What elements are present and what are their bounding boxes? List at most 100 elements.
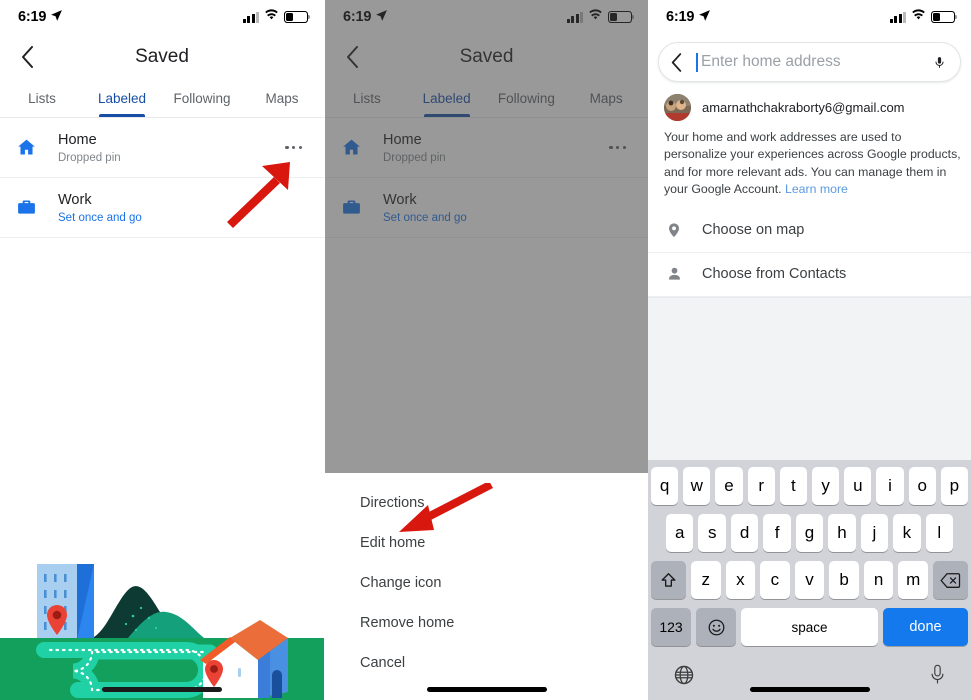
keyboard-row-3: z x c v b n m [650,561,969,599]
choose-from-contacts-row[interactable]: Choose from Contacts [648,253,971,297]
backspace-icon[interactable] [933,561,969,599]
key-k[interactable]: k [893,514,921,552]
learn-more-link[interactable]: Learn more [785,182,848,196]
saved-row-work-text: Work Set once and go [58,191,310,223]
status-bar-left: 6:19 [666,9,711,26]
wifi-icon [911,9,926,25]
saved-row-home[interactable]: Home Dropped pin [0,118,324,178]
action-cancel[interactable]: Cancel [325,643,648,683]
keyboard-row-4: 123 space done [651,608,968,646]
key-v[interactable]: v [794,561,825,599]
key-b[interactable]: b [829,561,859,599]
key-d[interactable]: d [730,514,759,552]
status-bar-right [889,9,958,25]
location-arrow-icon [698,9,711,26]
status-time: 6:19 [18,9,47,25]
key-t[interactable]: t [779,467,807,505]
empty-results-area [648,296,971,469]
key-x[interactable]: x [725,561,756,599]
action-edit-home[interactable]: Edit home [325,523,648,563]
cellular-signal-icon [242,11,259,23]
key-z[interactable]: z [690,561,721,599]
home-icon [16,137,58,158]
privacy-notice: Your home and work addresses are used to… [648,124,971,209]
tab-bar: Lists Labeled Following Maps [0,80,324,118]
shift-arrow-icon[interactable] [650,561,686,599]
home-indicator [102,687,222,692]
saved-row-home-subtitle: Dropped pin [58,151,121,164]
battery-low-icon [931,11,958,23]
key-s[interactable]: s [698,514,726,552]
home-indicator [749,687,870,692]
back-chevron-icon[interactable] [671,52,693,72]
key-e[interactable]: e [715,467,743,505]
key-i[interactable]: i [876,467,904,505]
key-c[interactable]: c [760,561,790,599]
tab-following[interactable]: Following [162,80,242,117]
choose-on-map-label: Choose on map [702,222,805,239]
key-w[interactable]: w [683,467,711,505]
on-screen-keyboard: q w e r t y u i o p a s d f g h j k l z … [648,460,971,700]
key-n[interactable]: n [863,561,894,599]
key-o[interactable]: o [908,467,936,505]
action-directions[interactable]: Directions [325,483,648,523]
tab-lists[interactable]: Lists [2,80,82,117]
three-panel-screenshot: 6:19 Saved Lists Labeled Following Maps … [0,0,971,700]
key-u[interactable]: u [844,467,872,505]
map-route-illustration [0,520,324,700]
page-title: Saved [135,46,189,67]
key-space[interactable]: space [741,608,878,646]
saved-row-home-text: Home Dropped pin [58,131,277,163]
key-done[interactable]: done [883,608,968,646]
panel-action-sheet: 6:19 Saved Lists Labeled Following [324,0,648,700]
key-a[interactable]: a [666,514,694,552]
saved-row-home-title: Home [58,132,97,149]
action-remove-home[interactable]: Remove home [325,603,648,643]
action-change-icon[interactable]: Change icon [325,563,648,603]
wifi-icon [264,9,279,25]
account-row[interactable]: amarnathchakraborty6@gmail.com [648,88,971,124]
tab-labeled[interactable]: Labeled [82,80,162,117]
saved-row-work-subtitle[interactable]: Set once and go [58,212,310,224]
home-indicator [426,687,547,692]
key-h[interactable]: h [828,514,856,552]
status-bar-right [242,9,311,25]
search-bar-container: Enter home address [648,34,971,88]
tab-maps[interactable]: Maps [242,80,322,117]
key-q[interactable]: q [650,467,679,505]
keyboard-row-1: q w e r t y u i o p [650,467,969,505]
choose-from-contacts-label: Choose from Contacts [702,266,847,283]
search-bar[interactable]: Enter home address [658,42,961,82]
status-bar-left: 6:19 [18,9,63,26]
saved-row-work[interactable]: Work Set once and go [0,178,324,238]
person-icon [666,265,702,283]
battery-low-icon [284,11,311,23]
action-sheet: Directions Edit home Change icon Remove … [325,473,648,700]
saved-row-work-title: Work [58,192,92,209]
nav-bar: Saved [0,34,324,80]
key-l[interactable]: l [925,514,953,552]
back-chevron-icon[interactable] [14,44,40,70]
emoji-smiley-icon[interactable] [696,608,736,646]
key-numbers[interactable]: 123 [651,608,691,646]
globe-language-icon[interactable] [673,664,695,691]
status-bar: 6:19 [648,0,971,34]
key-f[interactable]: f [763,514,791,552]
map-pin-icon [666,220,702,240]
avatar [664,94,691,121]
key-r[interactable]: r [747,467,775,505]
key-m[interactable]: m [898,561,929,599]
microphone-icon[interactable] [926,53,946,72]
keyboard-row-2: a s d f g h j k l [651,514,968,552]
key-j[interactable]: j [860,514,889,552]
microphone-dictation-icon[interactable] [929,663,946,691]
choose-on-map-row[interactable]: Choose on map [648,209,971,253]
key-y[interactable]: y [812,467,840,505]
panel-enter-home-address: 6:19 Enter home address amarnathchakrabo… [648,0,971,700]
text-caret [696,52,698,72]
search-input[interactable]: Enter home address [699,53,926,71]
key-p[interactable]: p [940,467,969,505]
account-email: amarnathchakraborty6@gmail.com [702,100,905,115]
more-options-icon[interactable] [277,138,310,157]
key-g[interactable]: g [795,514,824,552]
